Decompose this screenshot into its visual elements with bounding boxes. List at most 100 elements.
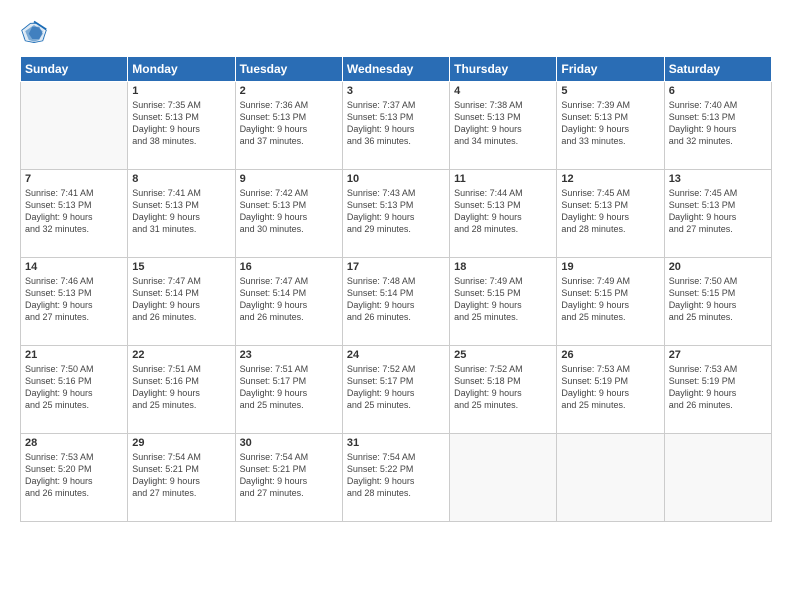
cell-info: Sunrise: 7:48 AM Sunset: 5:14 PM Dayligh… [347,275,445,324]
calendar-cell: 7 Sunrise: 7:41 AM Sunset: 5:13 PM Daylig… [21,170,128,258]
week-row: 14 Sunrise: 7:46 AM Sunset: 5:13 PM Dayli… [21,258,772,346]
cell-info: Sunrise: 7:45 AM Sunset: 5:13 PM Dayligh… [561,187,659,236]
calendar-cell: 11Sunrise: 7:44 AM Sunset: 5:13 PM Dayli… [450,170,557,258]
calendar-cell: 22 Sunrise: 7:51 AM Sunset: 5:16 PM Dayli… [128,346,235,434]
cell-info: Sunrise: 7:52 AM Sunset: 5:18 PM Dayligh… [454,363,552,412]
calendar-cell: 16Sunrise: 7:47 AM Sunset: 5:14 PM Dayli… [235,258,342,346]
cell-info: Sunrise: 7:53 AM Sunset: 5:20 PM Dayligh… [25,451,123,500]
day-number: 11 [454,173,552,185]
calendar-cell [557,434,664,522]
day-number: 7 [25,173,123,185]
calendar-cell: 18 Sunrise: 7:49 AM Sunset: 5:15 PM Dayli… [450,258,557,346]
calendar-cell: 14 Sunrise: 7:46 AM Sunset: 5:13 PM Dayli… [21,258,128,346]
calendar-cell: 25 Sunrise: 7:52 AM Sunset: 5:18 PM Dayli… [450,346,557,434]
cell-info: Sunrise: 7:46 AM Sunset: 5:13 PM Dayligh… [25,275,123,324]
calendar-cell: 19Sunrise: 7:49 AM Sunset: 5:15 PM Dayli… [557,258,664,346]
day-number: 31 [347,437,445,449]
day-number: 10 [347,173,445,185]
cell-info: Sunrise: 7:37 AM Sunset: 5:13 PM Dayligh… [347,99,445,148]
day-number: 3 [347,85,445,97]
cell-info: Sunrise: 7:41 AM Sunset: 5:13 PM Dayligh… [25,187,123,236]
week-row: 1 Sunrise: 7:35 AM Sunset: 5:13 PM Daylig… [21,82,772,170]
day-number: 29 [132,437,230,449]
page: SundayMondayTuesdayWednesdayThursdayFrid… [0,0,792,612]
day-number: 25 [454,349,552,361]
cell-info: Sunrise: 7:54 AM Sunset: 5:21 PM Dayligh… [240,451,338,500]
day-number: 26 [561,349,659,361]
cell-info: Sunrise: 7:54 AM Sunset: 5:22 PM Dayligh… [347,451,445,500]
calendar-cell: 10 Sunrise: 7:43 AM Sunset: 5:13 PM Dayli… [342,170,449,258]
day-number: 19 [561,261,659,273]
day-number: 23 [240,349,338,361]
day-header-monday: Monday [128,57,235,82]
calendar-cell: 26 Sunrise: 7:53 AM Sunset: 5:19 PM Dayli… [557,346,664,434]
cell-info: Sunrise: 7:47 AM Sunset: 5:14 PM Dayligh… [132,275,230,324]
calendar-cell: 8 Sunrise: 7:41 AM Sunset: 5:13 PM Daylig… [128,170,235,258]
calendar-cell: 17Sunrise: 7:48 AM Sunset: 5:14 PM Dayli… [342,258,449,346]
cell-info: Sunrise: 7:39 AM Sunset: 5:13 PM Dayligh… [561,99,659,148]
calendar-cell: 21 Sunrise: 7:50 AM Sunset: 5:16 PM Dayli… [21,346,128,434]
calendar-cell [21,82,128,170]
calendar-cell: 6 Sunrise: 7:40 AM Sunset: 5:13 PM Daylig… [664,82,771,170]
calendar-cell: 9Sunrise: 7:42 AM Sunset: 5:13 PM Daylig… [235,170,342,258]
cell-info: Sunrise: 7:42 AM Sunset: 5:13 PM Dayligh… [240,187,338,236]
calendar-body: 1 Sunrise: 7:35 AM Sunset: 5:13 PM Daylig… [21,82,772,522]
day-number: 15 [132,261,230,273]
calendar-cell: 4Sunrise: 7:38 AM Sunset: 5:13 PM Daylig… [450,82,557,170]
day-number: 27 [669,349,767,361]
cell-info: Sunrise: 7:36 AM Sunset: 5:13 PM Dayligh… [240,99,338,148]
cell-info: Sunrise: 7:52 AM Sunset: 5:17 PM Dayligh… [347,363,445,412]
calendar-cell: 15 Sunrise: 7:47 AM Sunset: 5:14 PM Dayli… [128,258,235,346]
week-row: 21 Sunrise: 7:50 AM Sunset: 5:16 PM Dayli… [21,346,772,434]
day-number: 6 [669,85,767,97]
cell-info: Sunrise: 7:50 AM Sunset: 5:16 PM Dayligh… [25,363,123,412]
calendar-cell: 3 Sunrise: 7:37 AM Sunset: 5:13 PM Daylig… [342,82,449,170]
day-number: 21 [25,349,123,361]
calendar-cell: 12 Sunrise: 7:45 AM Sunset: 5:13 PM Dayli… [557,170,664,258]
day-number: 24 [347,349,445,361]
day-number: 30 [240,437,338,449]
day-number: 8 [132,173,230,185]
cell-info: Sunrise: 7:49 AM Sunset: 5:15 PM Dayligh… [454,275,552,324]
calendar-cell: 23Sunrise: 7:51 AM Sunset: 5:17 PM Dayli… [235,346,342,434]
cell-info: Sunrise: 7:50 AM Sunset: 5:15 PM Dayligh… [669,275,767,324]
calendar-cell: 28Sunrise: 7:53 AM Sunset: 5:20 PM Dayli… [21,434,128,522]
calendar-table: SundayMondayTuesdayWednesdayThursdayFrid… [20,56,772,522]
day-number: 12 [561,173,659,185]
day-number: 14 [25,261,123,273]
day-number: 18 [454,261,552,273]
day-number: 22 [132,349,230,361]
calendar-cell [664,434,771,522]
day-number: 20 [669,261,767,273]
day-number: 16 [240,261,338,273]
logo-icon [20,18,48,46]
cell-info: Sunrise: 7:51 AM Sunset: 5:16 PM Dayligh… [132,363,230,412]
day-header-tuesday: Tuesday [235,57,342,82]
day-number: 1 [132,85,230,97]
cell-info: Sunrise: 7:54 AM Sunset: 5:21 PM Dayligh… [132,451,230,500]
calendar-cell: 5 Sunrise: 7:39 AM Sunset: 5:13 PM Daylig… [557,82,664,170]
week-row: 7 Sunrise: 7:41 AM Sunset: 5:13 PM Daylig… [21,170,772,258]
calendar-cell: 20 Sunrise: 7:50 AM Sunset: 5:15 PM Dayli… [664,258,771,346]
logo [20,18,52,46]
day-number: 4 [454,85,552,97]
calendar-cell: 24 Sunrise: 7:52 AM Sunset: 5:17 PM Dayli… [342,346,449,434]
cell-info: Sunrise: 7:43 AM Sunset: 5:13 PM Dayligh… [347,187,445,236]
day-number: 13 [669,173,767,185]
calendar-cell: 1 Sunrise: 7:35 AM Sunset: 5:13 PM Daylig… [128,82,235,170]
cell-info: Sunrise: 7:53 AM Sunset: 5:19 PM Dayligh… [561,363,659,412]
day-header-sunday: Sunday [21,57,128,82]
day-header-saturday: Saturday [664,57,771,82]
cell-info: Sunrise: 7:40 AM Sunset: 5:13 PM Dayligh… [669,99,767,148]
day-header-friday: Friday [557,57,664,82]
day-header-wednesday: Wednesday [342,57,449,82]
calendar-cell: 30 Sunrise: 7:54 AM Sunset: 5:21 PM Dayli… [235,434,342,522]
calendar-cell: 13 Sunrise: 7:45 AM Sunset: 5:13 PM Dayli… [664,170,771,258]
header [20,18,772,46]
cell-info: Sunrise: 7:41 AM Sunset: 5:13 PM Dayligh… [132,187,230,236]
cell-info: Sunrise: 7:53 AM Sunset: 5:19 PM Dayligh… [669,363,767,412]
cell-info: Sunrise: 7:35 AM Sunset: 5:13 PM Dayligh… [132,99,230,148]
week-row: 28Sunrise: 7:53 AM Sunset: 5:20 PM Dayli… [21,434,772,522]
cell-info: Sunrise: 7:45 AM Sunset: 5:13 PM Dayligh… [669,187,767,236]
day-number: 5 [561,85,659,97]
